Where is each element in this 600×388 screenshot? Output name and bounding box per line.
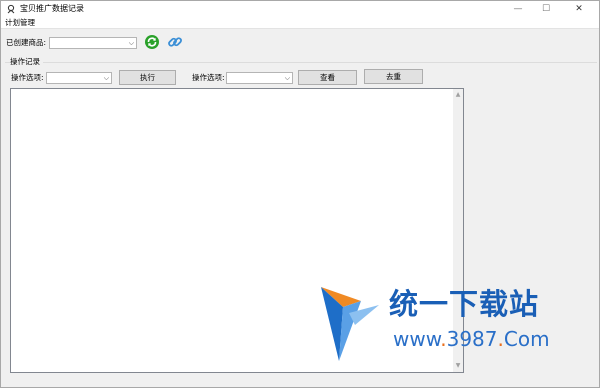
- app-window: 宝贝推广数据记录 — ☐ ✕ 计划管理 已创建商品: ⌵ 操作记录 操作选项: …: [0, 0, 600, 388]
- maximize-button[interactable]: ☐: [532, 1, 560, 17]
- execute-button[interactable]: 执行: [119, 70, 176, 85]
- chevron-down-icon: ⌵: [103, 74, 109, 82]
- created-products-label: 已创建商品:: [6, 38, 47, 47]
- refresh-icon[interactable]: [144, 34, 160, 50]
- menu-divider: [1, 28, 599, 29]
- product-select[interactable]: ⌵: [49, 37, 137, 49]
- watermark-logo-icon: [319, 283, 389, 363]
- operation-option-label-2: 操作选项:: [192, 73, 225, 82]
- menu-bar: 计划管理: [1, 18, 599, 28]
- group-border: [5, 62, 597, 63]
- chevron-down-icon: ⌵: [284, 74, 290, 82]
- operations-group-title: 操作记录: [10, 57, 43, 67]
- menu-plan-management[interactable]: 计划管理: [5, 18, 35, 28]
- watermark-title: 统一下载站: [389, 287, 540, 321]
- watermark-url: www.3987.Com: [393, 327, 550, 351]
- operation-option-select-2[interactable]: ⌵: [226, 72, 293, 84]
- operation-option-select-1[interactable]: ⌵: [46, 72, 112, 84]
- title-bar: 宝贝推广数据记录 — ☐ ✕: [1, 1, 599, 18]
- watermark: 统一下载站 www.3987.Com: [319, 283, 559, 363]
- dedupe-button[interactable]: 去重: [364, 69, 423, 84]
- close-button[interactable]: ✕: [565, 1, 593, 17]
- chevron-down-icon: ⌵: [128, 39, 134, 47]
- scroll-up-arrow-icon[interactable]: ▲: [453, 90, 463, 100]
- view-button[interactable]: 查看: [298, 70, 357, 85]
- operation-option-label-1: 操作选项:: [11, 73, 44, 82]
- app-icon: [6, 4, 16, 14]
- link-icon[interactable]: [167, 34, 183, 50]
- window-title: 宝贝推广数据记录: [20, 4, 84, 13]
- minimize-button[interactable]: —: [504, 1, 532, 17]
